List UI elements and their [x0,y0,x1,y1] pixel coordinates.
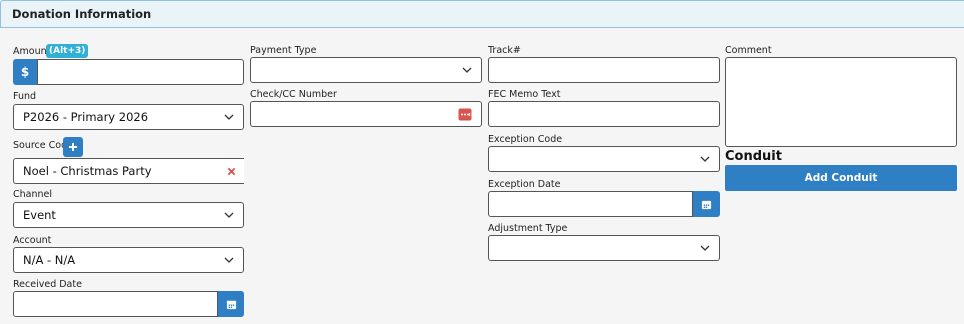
exception-code-label: Exception Code [488,134,563,145]
chevron-down-icon [700,245,710,251]
adjustment-type-select[interactable] [488,235,720,261]
chevron-down-icon [224,114,234,120]
check-cc-number-input[interactable] [250,101,482,127]
payment-type-label: Payment Type [250,45,317,56]
fund-selected-value: P2026 - Primary 2026 [23,110,149,124]
add-conduit-button[interactable]: Add Conduit [725,165,957,191]
plus-icon [69,143,77,151]
channel-label: Channel [13,189,53,200]
clear-icon[interactable] [227,167,236,176]
amount-input[interactable] [37,59,244,85]
comment-label: Comment [725,45,772,56]
calendar-icon [226,300,236,309]
received-date-label: Received Date [13,279,82,290]
channel-select[interactable]: Event [13,202,244,228]
chevron-down-icon [462,67,472,73]
conduit-heading: Conduit [725,149,782,164]
track-input[interactable] [488,57,720,83]
chevron-down-icon [700,156,710,162]
password-manager-icon[interactable] [458,108,472,121]
fec-memo-text-label: FEC Memo Text [488,89,561,100]
chevron-down-icon [224,257,234,263]
amount-label: Amount [13,46,51,57]
donation-information-panel: Donation Information Amount (Alt+3) $ Fu… [0,0,964,324]
amount-shortcut-badge: (Alt+3) [46,44,89,58]
received-date-calendar-button[interactable] [218,291,244,317]
payment-type-select[interactable] [250,57,482,83]
account-select[interactable]: N/A - N/A [13,247,244,273]
exception-date-label: Exception Date [488,179,561,190]
exception-date-input[interactable] [488,191,693,217]
fec-memo-text-input[interactable] [488,101,720,127]
received-date-input[interactable] [13,291,218,317]
exception-date-calendar-button[interactable] [693,191,720,217]
fund-select[interactable]: P2026 - Primary 2026 [13,104,244,130]
fund-label: Fund [13,91,37,102]
panel-title: Donation Information [12,7,152,21]
comment-textarea[interactable] [725,57,957,147]
panel-header: Donation Information [0,0,964,28]
add-source-code-button[interactable] [63,137,83,157]
track-label: Track# [488,45,521,56]
chevron-down-icon [224,212,234,218]
currency-addon: $ [13,59,37,85]
adjustment-type-label: Adjustment Type [488,223,568,234]
source-code-input[interactable]: Noel - Christmas Party [13,158,244,184]
account-label: Account [13,235,52,246]
exception-code-select[interactable] [488,146,720,172]
source-code-value: Noel - Christmas Party [23,164,152,178]
check-cc-number-label: Check/CC Number [250,89,337,100]
channel-selected-value: Event [23,208,56,222]
dollar-icon: $ [20,65,30,79]
account-selected-value: N/A - N/A [23,253,76,267]
calendar-icon [701,200,712,209]
